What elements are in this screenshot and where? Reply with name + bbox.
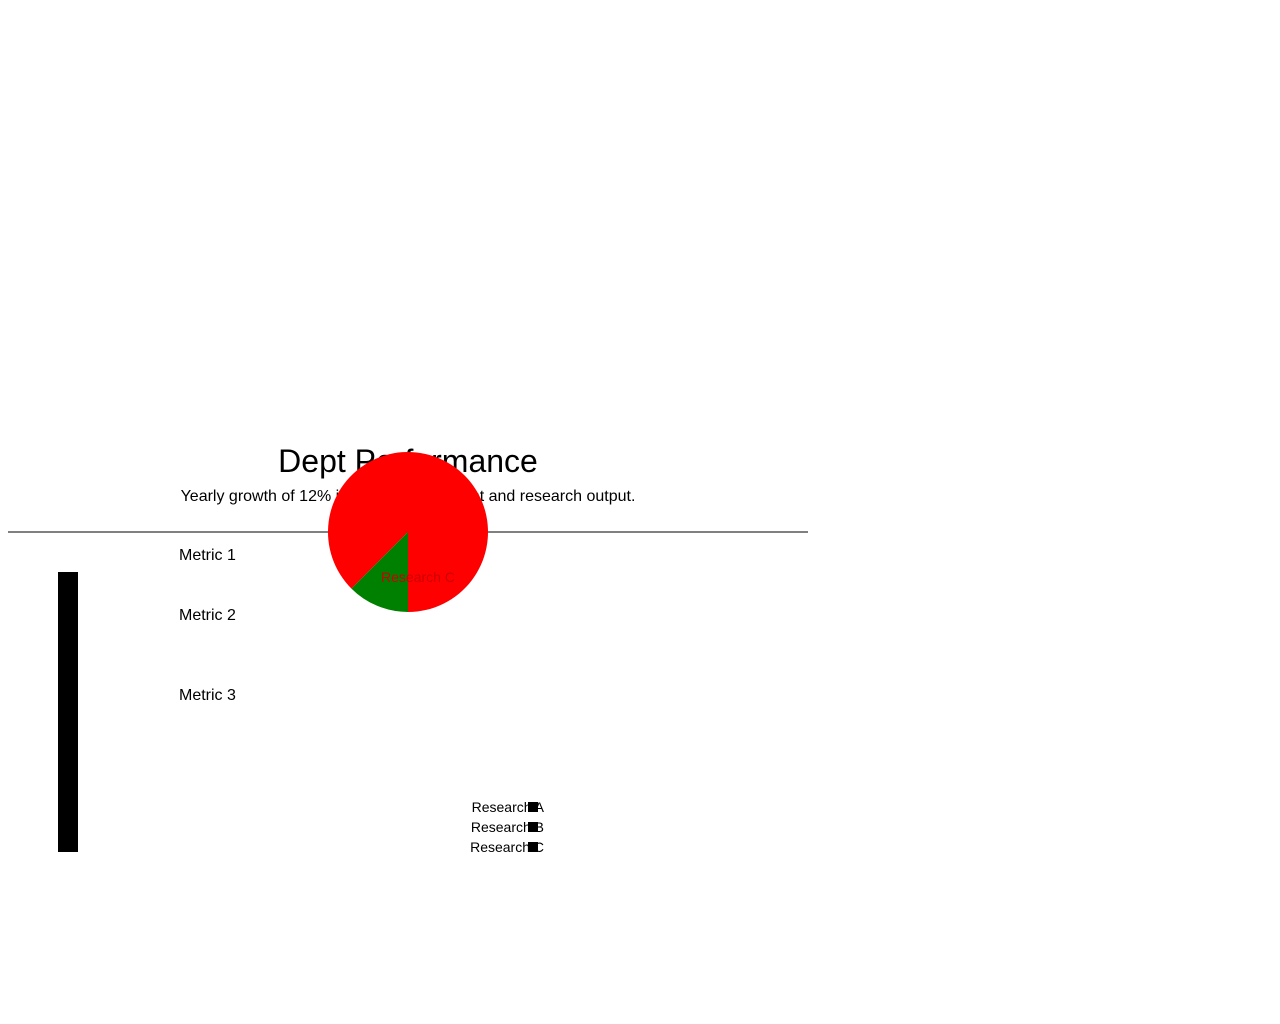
legend: Research A Research B Research C (440, 798, 580, 858)
pie-slices (328, 452, 489, 612)
legend-swatch (528, 822, 538, 832)
page: Dept Performance Yearly growth of 12% in… (0, 0, 1280, 1024)
legend-swatch (528, 802, 538, 812)
pie-slice-label: Research C (381, 569, 455, 585)
legend-item: Research A (440, 798, 580, 818)
legend-swatch (528, 842, 538, 852)
pie-chart: Research C (328, 452, 489, 612)
legend-item: Research C (440, 838, 580, 858)
legend-item: Research B (440, 818, 580, 838)
